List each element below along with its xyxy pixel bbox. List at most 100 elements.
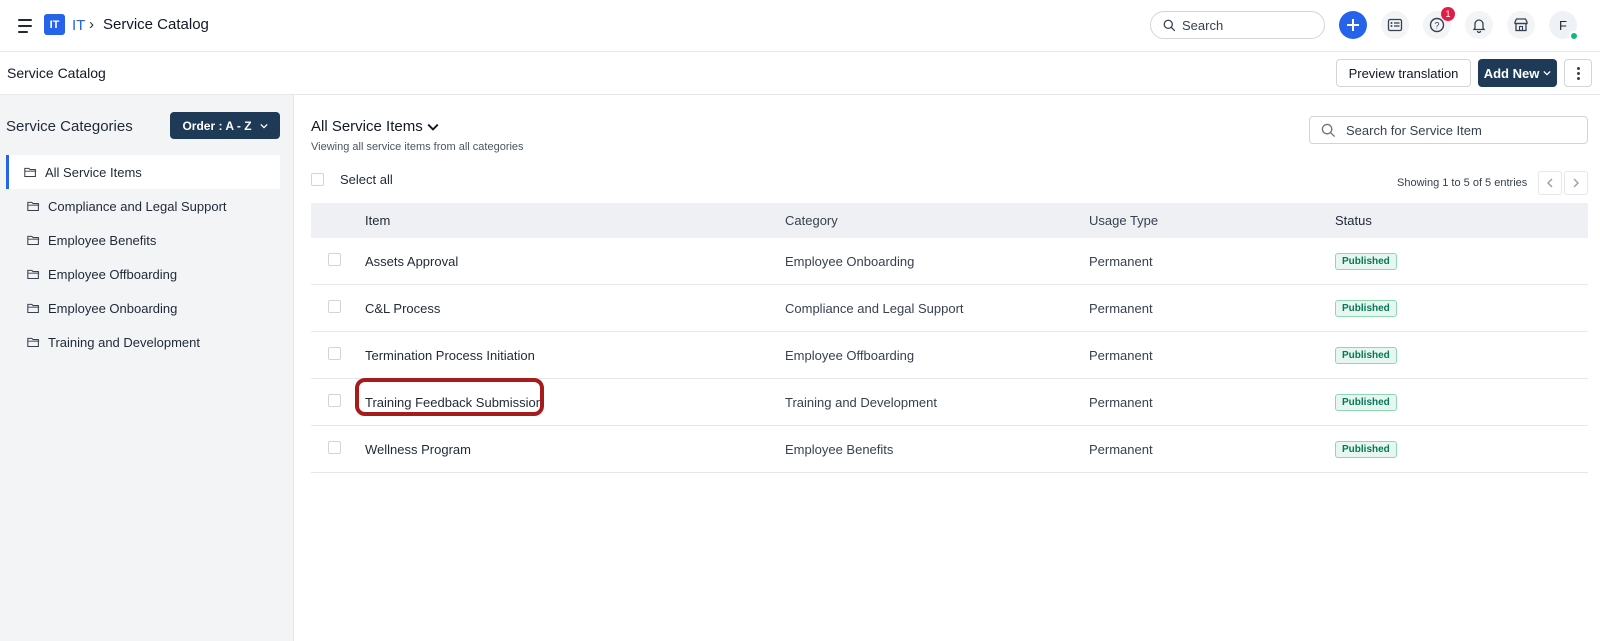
add-new-label: Add New	[1483, 65, 1540, 81]
item-category: Compliance and Legal Support	[785, 300, 964, 316]
order-label: Order : A - Z	[182, 118, 252, 133]
folder-icon	[27, 303, 40, 313]
select-all-checkbox[interactable]	[311, 173, 324, 186]
sidebar-item-label: Compliance and Legal Support	[48, 198, 227, 214]
table-row[interactable]: Training Feedback Submission Training and…	[311, 377, 1588, 426]
column-header-usage-type[interactable]: Usage Type	[1089, 213, 1335, 228]
folder-icon	[27, 235, 40, 245]
select-all-label: Select all	[340, 172, 393, 187]
notifications-button[interactable]	[1465, 11, 1493, 39]
top-bar: IT IT › Service Catalog Search ? 1 F	[0, 0, 1600, 52]
more-options-button[interactable]	[1564, 59, 1592, 87]
folder-icon	[27, 337, 40, 347]
order-dropdown[interactable]: Order : A - Z	[170, 112, 280, 139]
item-category: Employee Offboarding	[785, 347, 915, 363]
avatar-initial: F	[1559, 17, 1567, 33]
item-name-link[interactable]: Termination Process Initiation	[365, 348, 535, 363]
chevron-left-icon	[1546, 178, 1553, 188]
chevron-down-icon	[1543, 70, 1551, 76]
add-new-button[interactable]: Add New	[1478, 59, 1557, 87]
page-title: Service Catalog	[7, 65, 106, 81]
sidebar-item[interactable]: Employee Onboarding	[6, 291, 280, 325]
column-header-category[interactable]: Category	[785, 213, 1089, 228]
menu-icon[interactable]	[18, 17, 36, 35]
service-item-search[interactable]: Search for Service Item	[1309, 116, 1588, 144]
column-header-status[interactable]: Status	[1335, 213, 1588, 228]
previous-page-button[interactable]	[1538, 171, 1562, 195]
folder-icon	[27, 269, 40, 279]
preview-translation-button[interactable]: Preview translation	[1336, 59, 1471, 87]
svg-text:?: ?	[1434, 21, 1439, 31]
bell-icon	[1472, 19, 1486, 33]
status-badge: Published	[1335, 441, 1397, 458]
sidebar-item[interactable]: Employee Benefits	[6, 223, 280, 257]
item-usage-type: Permanent	[1089, 300, 1153, 316]
sidebar-item[interactable]: Employee Offboarding	[6, 257, 280, 291]
chevron-right-icon	[1573, 178, 1580, 188]
table-row[interactable]: Termination Process Initiation Employee O…	[311, 332, 1588, 379]
store-icon	[1514, 18, 1528, 32]
item-name-link[interactable]: Wellness Program	[365, 442, 471, 457]
help-button[interactable]: ? 1	[1423, 7, 1455, 39]
sidebar-title: Service Categories	[6, 118, 133, 135]
item-usage-type: Permanent	[1089, 394, 1153, 410]
next-page-button[interactable]	[1564, 171, 1588, 195]
sidebar-item-label: Training and Development	[48, 334, 200, 350]
status-badge: Published	[1335, 394, 1397, 411]
item-usage-type: Permanent	[1089, 253, 1153, 269]
workspace-link[interactable]: IT	[72, 17, 85, 34]
folder-icon	[27, 201, 40, 211]
table-row[interactable]: Wellness Program Employee Benefits Permane…	[311, 426, 1588, 473]
status-badge: Published	[1335, 253, 1397, 270]
folder-icon	[24, 167, 37, 177]
chevron-right-icon: ›	[89, 16, 94, 33]
item-category: Employee Onboarding	[785, 253, 915, 269]
row-checkbox[interactable]	[328, 347, 341, 360]
item-name-link[interactable]: C&L Process	[365, 301, 440, 316]
marketplace-button[interactable]	[1507, 11, 1535, 39]
row-checkbox[interactable]	[328, 394, 341, 407]
category-list: All Service Items Compliance and Legal Su…	[6, 155, 280, 359]
breadcrumb-title: Service Catalog	[103, 16, 209, 33]
help-notification-badge: 1	[1441, 7, 1455, 21]
sidebar-item-label: Employee Onboarding	[48, 300, 178, 316]
service-items-table: Item Category Usage Type Status Assets A…	[311, 203, 1588, 473]
column-header-item[interactable]: Item	[365, 213, 785, 228]
page-header: Service Catalog Preview translation Add …	[0, 52, 1600, 95]
categories-sidebar: Service Categories Order : A - Z All Ser…	[0, 95, 294, 641]
status-badge: Published	[1335, 300, 1397, 317]
sidebar-item[interactable]: Compliance and Legal Support	[6, 189, 280, 223]
row-checkbox[interactable]	[328, 441, 341, 454]
list-view-dropdown[interactable]: All Service Items	[311, 118, 439, 135]
list-view-title: All Service Items	[311, 118, 423, 135]
item-category: Employee Benefits	[785, 441, 894, 457]
item-name-link[interactable]: Assets Approval	[365, 254, 458, 269]
chevron-down-icon	[427, 123, 439, 131]
global-search[interactable]: Search	[1150, 11, 1325, 39]
item-name-link[interactable]: Training Feedback Submission	[365, 395, 543, 410]
item-usage-type: Permanent	[1089, 347, 1153, 363]
table-header: Item Category Usage Type Status	[311, 203, 1588, 238]
online-status-dot	[1569, 31, 1579, 41]
sidebar-item[interactable]: Training and Development	[6, 325, 280, 359]
table-row[interactable]: C&L Process Compliance and Legal Support P…	[311, 285, 1588, 332]
table-row[interactable]: Assets Approval Employee Onboarding Perman…	[311, 238, 1588, 285]
row-checkbox[interactable]	[328, 253, 341, 266]
sidebar-item[interactable]: All Service Items	[6, 155, 280, 189]
sidebar-item-label: Employee Offboarding	[48, 266, 178, 282]
requests-button[interactable]	[1381, 11, 1409, 39]
select-all[interactable]: Select all	[311, 172, 393, 187]
workspace-badge[interactable]: IT	[44, 14, 65, 35]
row-checkbox[interactable]	[328, 300, 341, 313]
chevron-down-icon	[259, 123, 268, 129]
avatar[interactable]: F	[1549, 11, 1579, 41]
ticket-list-icon	[1387, 18, 1403, 32]
create-button[interactable]	[1339, 11, 1367, 39]
pagination	[1538, 171, 1588, 195]
sidebar-item-label: All Service Items	[45, 164, 142, 180]
table-body: Assets Approval Employee Onboarding Perman…	[311, 238, 1588, 473]
status-badge: Published	[1335, 347, 1397, 364]
service-item-search-placeholder: Search for Service Item	[1346, 122, 1482, 138]
plus-icon	[1347, 19, 1359, 31]
pagination-summary: Showing 1 to 5 of 5 entries	[1397, 177, 1528, 189]
